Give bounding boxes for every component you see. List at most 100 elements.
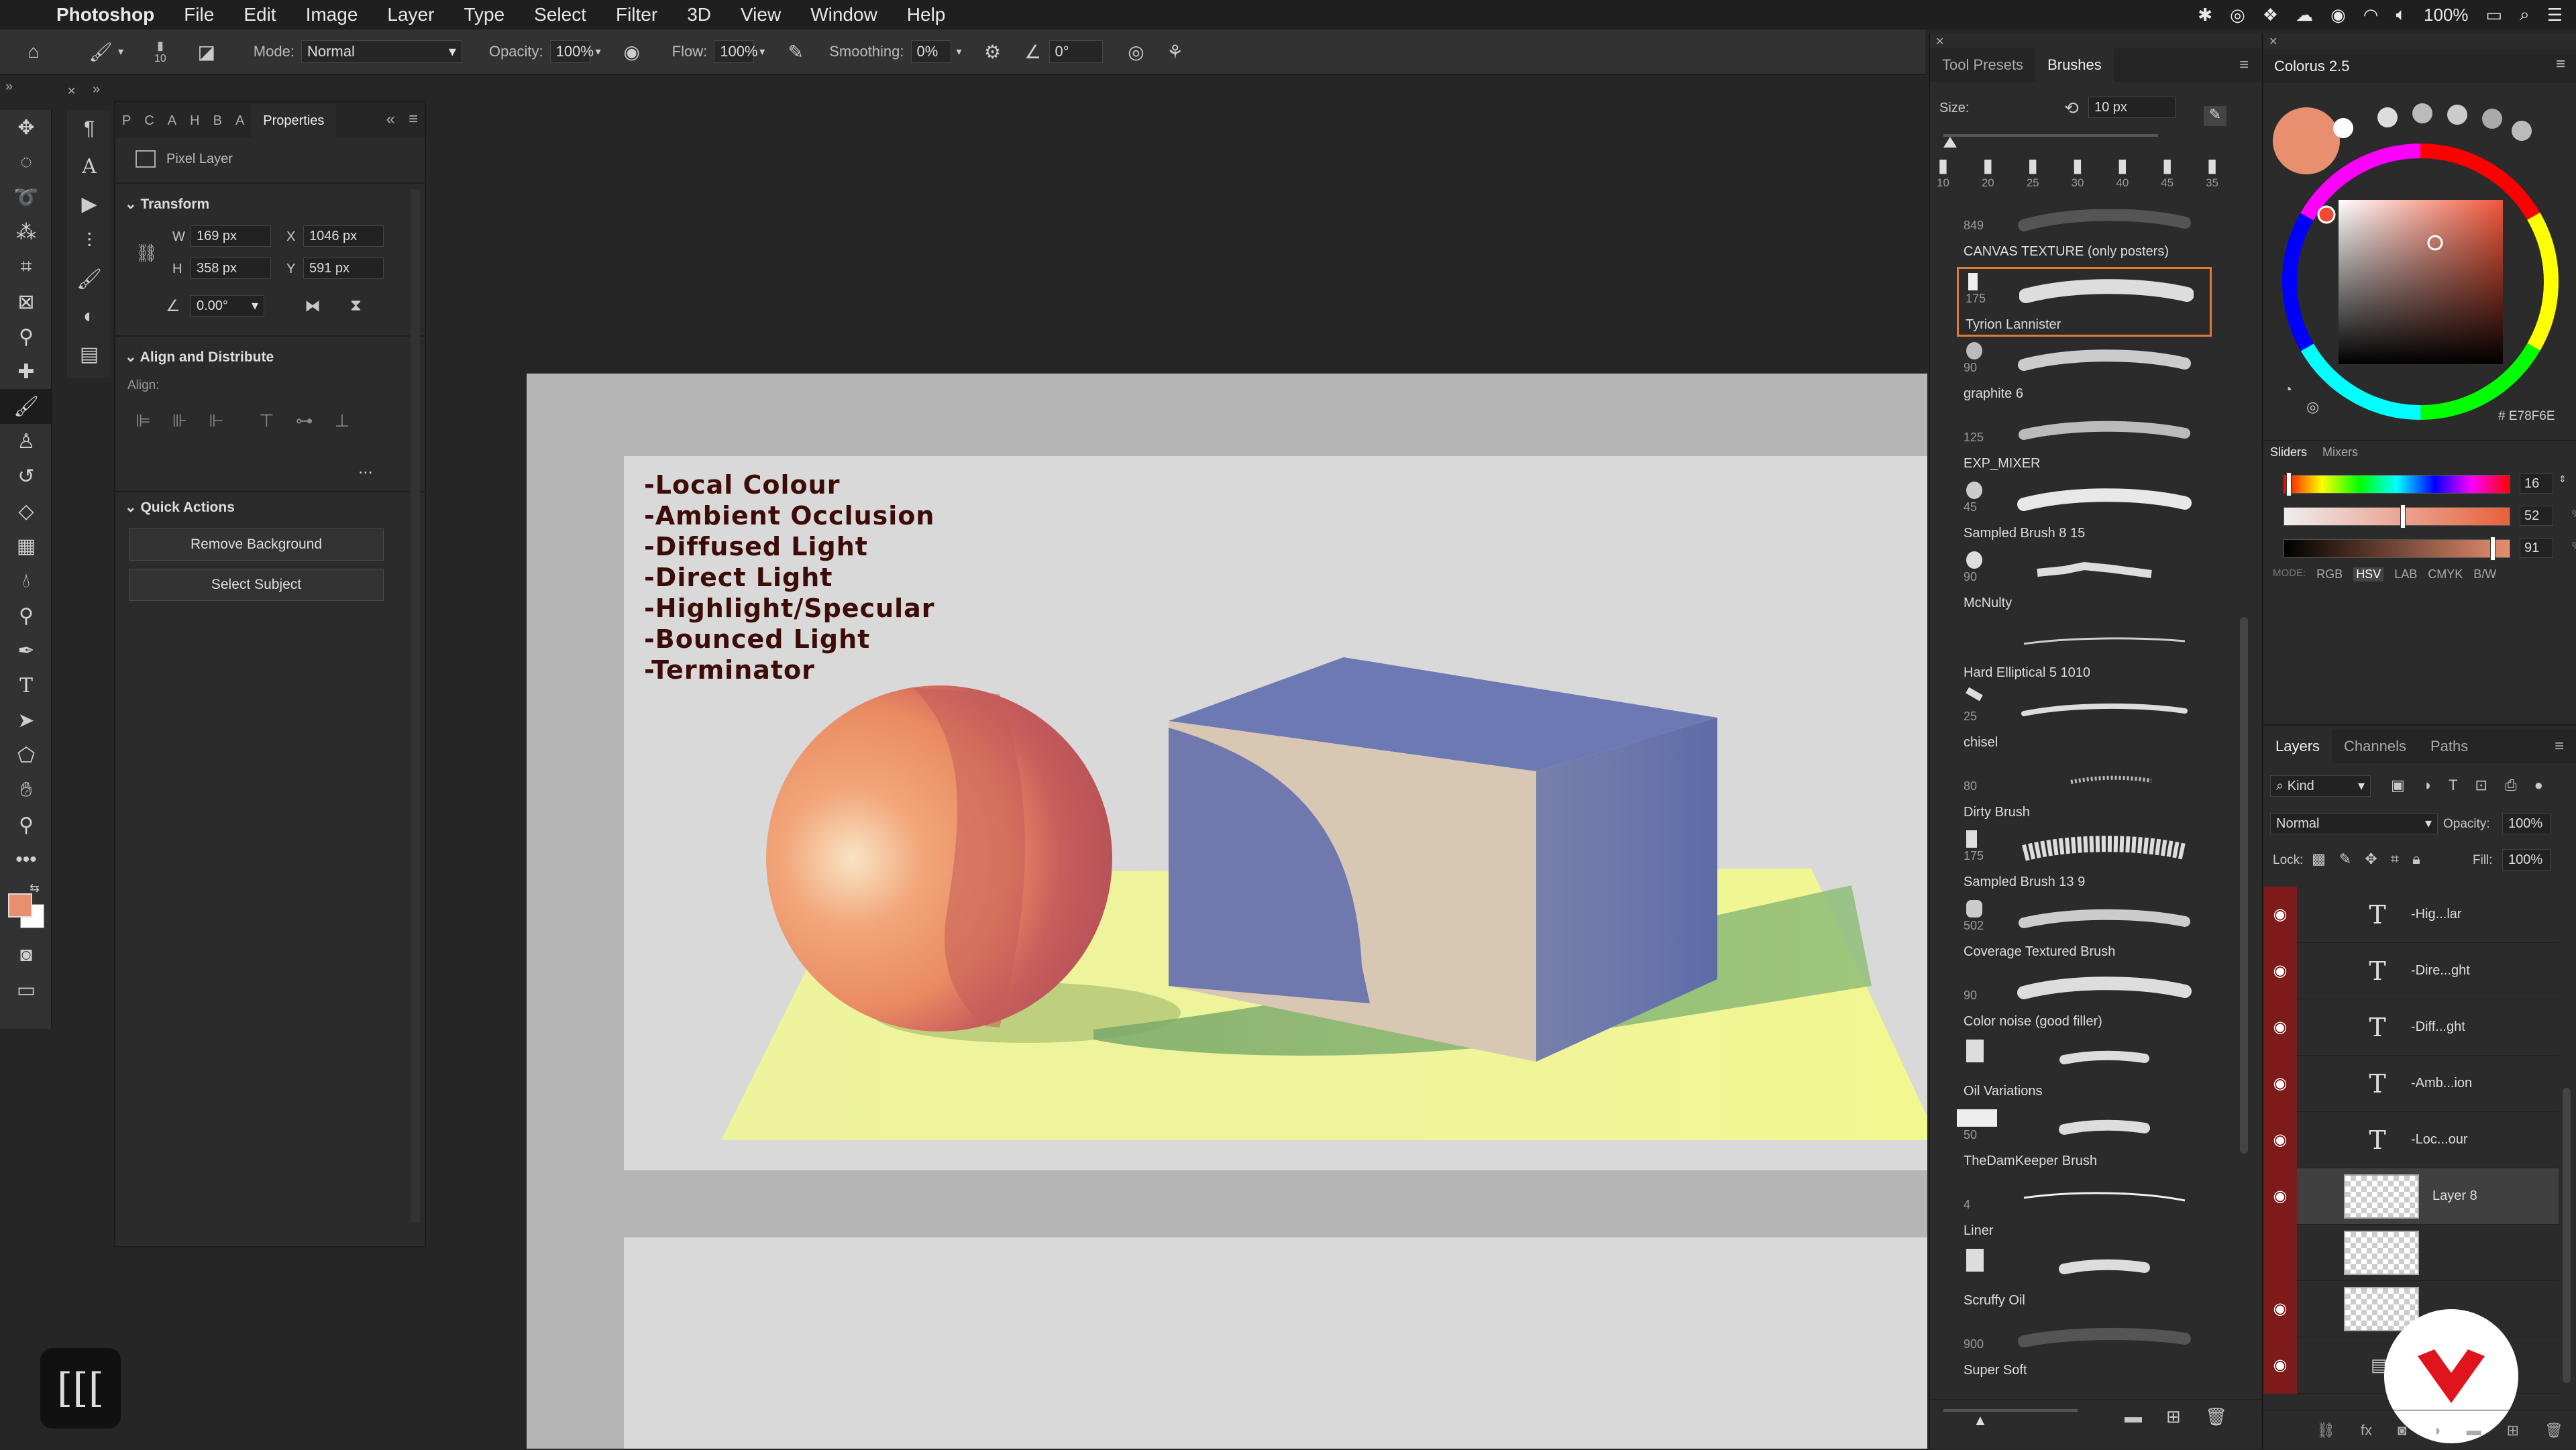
- align-header[interactable]: ⌄ Align and Distribute: [125, 349, 274, 366]
- menu-image[interactable]: Image: [291, 4, 373, 25]
- brush-item[interactable]: Scruffy Oil: [1957, 1245, 2212, 1315]
- flip-vertical-icon[interactable]: ⧗: [350, 296, 362, 315]
- quick-mask-icon[interactable]: ◙: [0, 938, 52, 972]
- brush-item[interactable]: 25 chisel: [1957, 687, 2212, 757]
- dodge-tool-icon[interactable]: ⚲: [0, 598, 52, 633]
- magic-wand-tool-icon[interactable]: ⁂: [0, 215, 52, 249]
- lasso-tool-icon[interactable]: ➰: [0, 180, 52, 215]
- symmetry-icon[interactable]: ⚘: [1162, 38, 1189, 65]
- filter-kind-select[interactable]: ⌕ Kind ▾: [2270, 775, 2371, 797]
- pen-tool-icon[interactable]: ✒: [0, 633, 52, 668]
- preset-swatch[interactable]: [2482, 109, 2502, 129]
- brush-preset-picker[interactable]: ▮ 10: [154, 39, 166, 65]
- tool-status-icon[interactable]: ✱: [2198, 5, 2212, 25]
- menu-file[interactable]: File: [169, 4, 229, 25]
- brush-item[interactable]: 900 Super Soft: [1957, 1315, 2212, 1384]
- reset-size-icon[interactable]: ⟲: [2064, 98, 2079, 119]
- mode-select[interactable]: Normal ▾: [301, 40, 462, 63]
- brush-item[interactable]: 90 graphite 6: [1957, 338, 2212, 408]
- new-layer-icon[interactable]: ⊞: [2507, 1422, 2519, 1439]
- artboard[interactable]: -Local Colour -Ambient Occlusion -Diffus…: [624, 456, 1927, 1170]
- layer-row-selected[interactable]: ◉ Layer 8: [2263, 1168, 2559, 1225]
- menu-view[interactable]: View: [726, 4, 796, 25]
- gear-icon[interactable]: ⚙: [979, 38, 1006, 65]
- tab-a[interactable]: A: [161, 113, 183, 138]
- marquee-tool-icon[interactable]: ◌: [0, 145, 52, 180]
- menu-type[interactable]: Type: [449, 4, 519, 25]
- lock-transparency-icon[interactable]: ▩: [2312, 850, 2326, 868]
- preview-slider-thumb[interactable]: ▲: [1973, 1412, 1988, 1429]
- trash-icon[interactable]: 🗑︎: [2205, 1406, 2227, 1427]
- brush-angle-field[interactable]: 0°: [1049, 40, 1103, 63]
- preset-size-45[interactable]: ▮ 45: [2161, 154, 2174, 208]
- size-slider[interactable]: [1943, 134, 2158, 137]
- filter-pixel-icon[interactable]: ▣: [2391, 777, 2405, 794]
- size-slider-thumb[interactable]: [1943, 137, 1957, 148]
- preset-size-40[interactable]: ▮ 40: [2116, 154, 2129, 208]
- brush-item[interactable]: 80 Dirty Brush: [1957, 757, 2212, 826]
- hue-stepper-icon[interactable]: ⇕: [2559, 473, 2567, 485]
- move-tool-icon[interactable]: ✥: [0, 110, 52, 145]
- close-panel-icon[interactable]: ✕: [2269, 35, 2277, 48]
- zoom-tool-icon[interactable]: ⚲: [0, 807, 52, 842]
- type-tool-icon[interactable]: T: [0, 668, 52, 703]
- layer-row-text[interactable]: ◉ T -Hig...lar: [2263, 887, 2559, 943]
- home-icon[interactable]: ⌂: [20, 38, 47, 65]
- rotation-field[interactable]: 0.00° ▾: [191, 295, 264, 317]
- color-icon[interactable]: ◐: [67, 298, 111, 335]
- foreground-color-swatch[interactable]: [8, 893, 32, 917]
- tab-p[interactable]: P: [115, 113, 138, 138]
- lock-all-icon[interactable]: 🔒︎: [2412, 850, 2420, 868]
- link-icon[interactable]: ⛓: [136, 243, 158, 264]
- x-field[interactable]: 1046 px: [303, 225, 384, 247]
- brush-tool-icon[interactable]: 🖌︎: [0, 389, 52, 424]
- tab-channels[interactable]: Channels: [2332, 730, 2418, 763]
- brightness-value[interactable]: 91: [2520, 538, 2553, 558]
- eyedropper-icon[interactable]: ◔: [2284, 381, 2292, 398]
- expand-right-icon[interactable]: »: [93, 82, 100, 97]
- flow-chevron-icon[interactable]: ▾: [754, 38, 770, 65]
- more-options[interactable]: ...: [358, 457, 373, 478]
- add-mask-icon[interactable]: ◙: [2398, 1422, 2406, 1439]
- vpn-icon[interactable]: ◉: [2330, 5, 2346, 25]
- collapse-icon[interactable]: «: [380, 110, 402, 138]
- spotlight-search-icon[interactable]: ⌕: [2520, 4, 2530, 25]
- menu-3d[interactable]: 3D: [672, 4, 726, 25]
- blur-tool-icon[interactable]: 💧︎: [0, 563, 52, 598]
- visibility-eye-icon[interactable]: ◉: [2263, 1337, 2297, 1394]
- screen-mode-icon[interactable]: ▭: [0, 972, 52, 1007]
- brush-item[interactable]: 125 EXP_MIXER: [1957, 408, 2212, 478]
- panel-scrollbar[interactable]: [411, 189, 420, 1222]
- new-folder-icon[interactable]: ▬: [2125, 1406, 2142, 1427]
- visibility-toggle-off[interactable]: □: [2263, 1224, 2297, 1281]
- size-field[interactable]: 10 px: [2088, 97, 2176, 118]
- crop-tool-icon[interactable]: ⌗: [0, 249, 52, 284]
- filter-type-icon[interactable]: T: [2449, 777, 2457, 794]
- align-right-icon[interactable]: ⊩: [209, 410, 224, 431]
- gradient-tool-icon[interactable]: ▦: [0, 528, 52, 563]
- preset-swatch[interactable]: [2447, 105, 2467, 125]
- preset-swatch[interactable]: [2412, 103, 2432, 123]
- saturation-slider-thumb[interactable]: [2400, 504, 2406, 528]
- align-hcenter-icon[interactable]: ⊪: [172, 410, 188, 431]
- lock-position-icon[interactable]: ✥: [2365, 850, 2377, 868]
- actions-play-icon[interactable]: ▶: [67, 185, 111, 223]
- menu-help[interactable]: Help: [892, 4, 961, 25]
- layer-row-text[interactable]: ◉ T -Dire...ght: [2263, 942, 2559, 999]
- preset-size-35[interactable]: ▮ 35: [2206, 154, 2218, 208]
- tab-brushes[interactable]: Brushes: [2035, 48, 2114, 82]
- artboard-2[interactable]: [624, 1237, 1927, 1449]
- fill-field[interactable]: 100%: [2502, 849, 2551, 871]
- preset-size-10[interactable]: ▮ 10: [1937, 154, 1949, 208]
- tab-layers[interactable]: Layers: [2263, 730, 2332, 763]
- layer-opacity-field[interactable]: 100%: [2502, 813, 2551, 834]
- tab-sliders[interactable]: Sliders: [2270, 445, 2307, 459]
- mode-hsv[interactable]: HSV: [2353, 567, 2384, 581]
- align-top-icon[interactable]: ⊤: [259, 410, 274, 431]
- tab-properties[interactable]: Properties: [251, 104, 337, 138]
- saturation-slider[interactable]: [2284, 507, 2510, 526]
- tab-h[interactable]: H: [183, 113, 206, 138]
- brush-list-scrollbar[interactable]: [2240, 617, 2248, 1154]
- brush-item[interactable]: 50 TheDamKeeper Brush: [1957, 1105, 2212, 1175]
- pressure-size-icon[interactable]: ◎: [1123, 38, 1150, 65]
